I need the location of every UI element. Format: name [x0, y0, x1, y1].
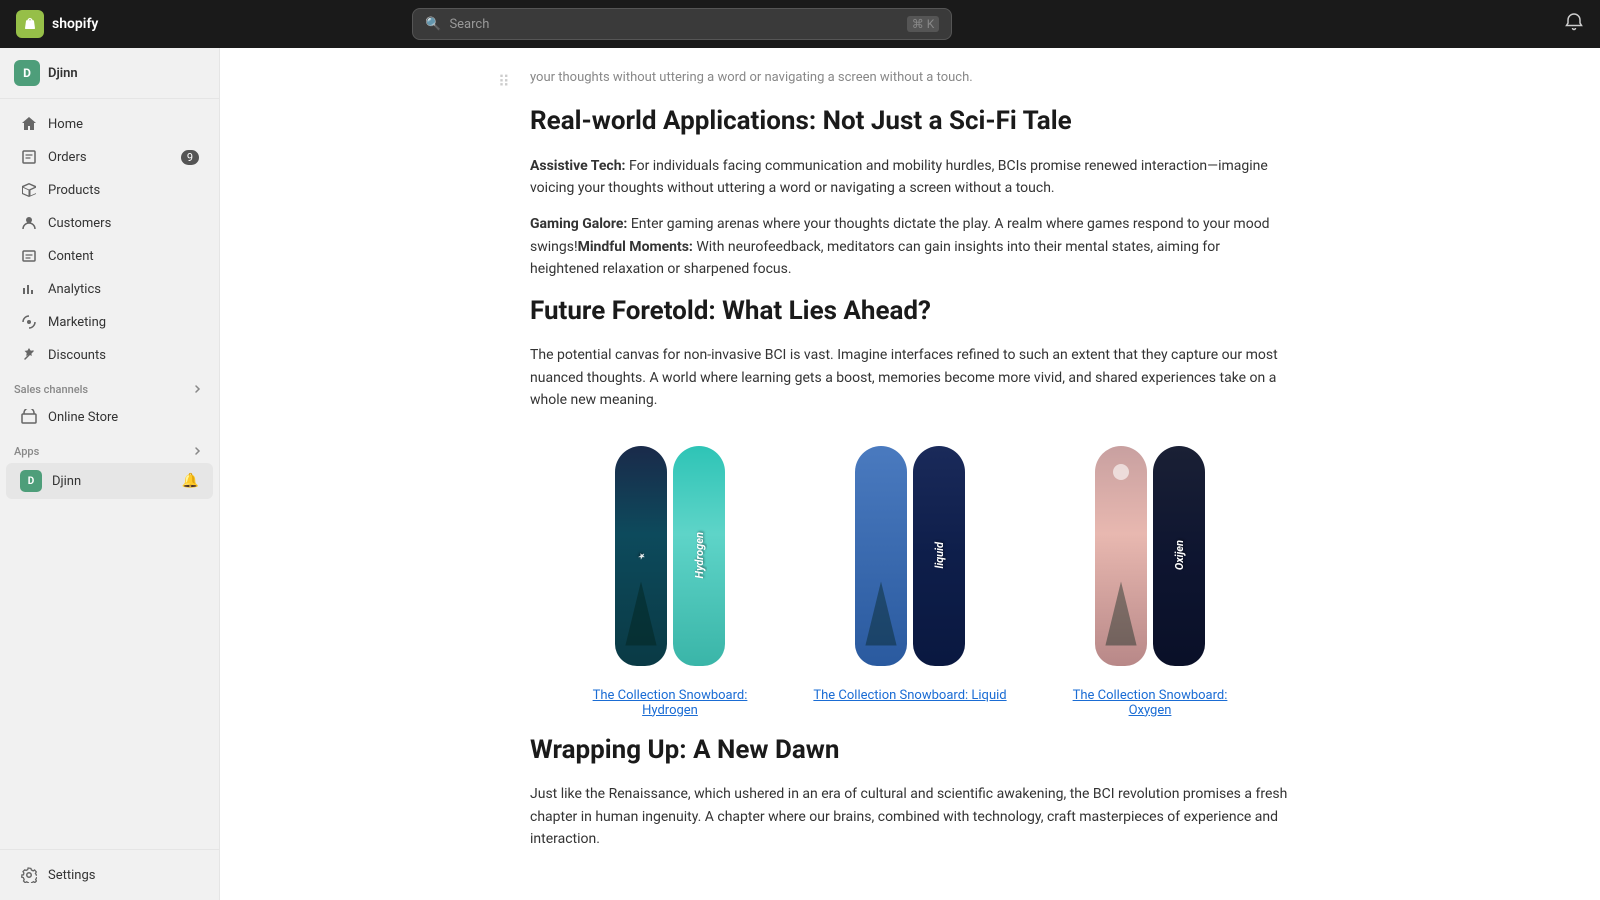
- sidebar-item-products[interactable]: Products: [6, 174, 213, 206]
- assistive-tech-text: For individuals facing communication and…: [530, 158, 1268, 196]
- product-hydrogen: ⭑ Hydrogen The Collection Snowboard: Hyd…: [570, 436, 770, 718]
- hydrogen-link[interactable]: The Collection Snowboard: Hydrogen: [570, 688, 770, 718]
- sales-channels-section: Sales channels: [0, 372, 219, 400]
- main-layout: D Djinn Home Orders: [0, 48, 1600, 900]
- assistive-tech-paragraph: Assistive Tech: For individuals facing c…: [530, 155, 1290, 200]
- sidebar-item-customers[interactable]: Customers: [6, 207, 213, 239]
- online-store-label: Online Store: [48, 410, 118, 425]
- djinn-app-icon: D: [20, 470, 42, 492]
- article-content: ⠿ your thoughts without uttering a word …: [490, 48, 1330, 900]
- mindful-title: Mindful Moments:: [578, 239, 693, 255]
- oxygen-board-1: [1095, 446, 1147, 666]
- online-store-icon: [20, 408, 38, 426]
- store-header[interactable]: D Djinn: [0, 48, 219, 99]
- search-icon: 🔍: [425, 17, 441, 32]
- djinn-bell-icon[interactable]: 🔔: [182, 473, 199, 489]
- content-label: Content: [48, 249, 94, 264]
- search-placeholder: Search: [449, 17, 898, 32]
- store-icon: D: [14, 60, 40, 86]
- liquid-board-2: liquid: [913, 446, 965, 666]
- topbar: shopify 🔍 Search ⌘ K: [0, 0, 1600, 48]
- gaming-title: Gaming Galore:: [530, 216, 627, 232]
- hydrogen-board-1: ⭑: [615, 446, 667, 666]
- home-icon: [20, 115, 38, 133]
- sidebar-item-home[interactable]: Home: [6, 108, 213, 140]
- apps-label: Apps: [14, 445, 39, 458]
- section1-heading: Real-world Applications: Not Just a Sci-…: [530, 105, 1290, 139]
- shopify-logo-icon: [16, 10, 44, 38]
- sidebar-item-content[interactable]: Content: [6, 240, 213, 272]
- wrapping-paragraph: Just like the Renaissance, which ushered…: [530, 783, 1290, 850]
- section2-heading: Future Foretold: What Lies Ahead?: [530, 295, 1290, 329]
- drag-handle[interactable]: ⠿: [498, 72, 510, 91]
- shopify-wordmark: shopify: [52, 16, 98, 32]
- liquid-image: liquid: [830, 436, 990, 676]
- sidebar-item-discounts[interactable]: Discounts: [6, 339, 213, 371]
- customers-label: Customers: [48, 216, 111, 231]
- future-paragraph: The potential canvas for non-invasive BC…: [530, 344, 1290, 411]
- apps-section: Apps: [0, 434, 219, 462]
- sidebar-item-analytics[interactable]: Analytics: [6, 273, 213, 305]
- sidebar: D Djinn Home Orders: [0, 48, 220, 900]
- oxygen-link[interactable]: The Collection Snowboard: Oxygen: [1050, 688, 1250, 718]
- marketing-label: Marketing: [48, 315, 106, 330]
- products-icon: [20, 181, 38, 199]
- analytics-icon: [20, 280, 38, 298]
- sidebar-item-djinn[interactable]: D Djinn 🔔: [6, 463, 213, 499]
- products-label: Products: [48, 183, 100, 198]
- djinn-app-label: Djinn: [52, 474, 81, 489]
- settings-icon: [20, 866, 38, 884]
- product-oxygen: Oxijen The Collection Snowboard: Oxygen: [1050, 436, 1250, 718]
- orders-label: Orders: [48, 150, 87, 165]
- hydrogen-image: ⭑ Hydrogen: [590, 436, 750, 676]
- content-area: ⠿ your thoughts without uttering a word …: [220, 48, 1600, 900]
- product-liquid: liquid The Collection Snowboard: Liquid: [810, 436, 1010, 718]
- search-box[interactable]: 🔍 Search ⌘ K: [412, 8, 952, 40]
- sidebar-nav: Home Orders 9 Products: [0, 99, 219, 849]
- shopify-logo[interactable]: shopify: [16, 10, 98, 38]
- discounts-icon: [20, 346, 38, 364]
- sidebar-bottom: Settings: [0, 849, 219, 900]
- search-shortcut: ⌘ K: [907, 16, 940, 32]
- products-row: ⭑ Hydrogen The Collection Snowboard: Hyd…: [530, 436, 1290, 718]
- orders-icon: [20, 148, 38, 166]
- sidebar-item-orders[interactable]: Orders 9: [6, 141, 213, 173]
- hydrogen-board-2: Hydrogen: [673, 446, 725, 666]
- liquid-board-1: [855, 446, 907, 666]
- oxygen-board-2: Oxijen: [1153, 446, 1205, 666]
- notification-bell[interactable]: [1564, 12, 1584, 37]
- sales-channels-label: Sales channels: [14, 383, 88, 396]
- article-top-paragraph: your thoughts without uttering a word or…: [530, 68, 1290, 89]
- oxygen-image: Oxijen: [1070, 436, 1230, 676]
- settings-label: Settings: [48, 868, 95, 883]
- sidebar-item-online-store[interactable]: Online Store: [6, 401, 213, 433]
- discounts-label: Discounts: [48, 348, 106, 363]
- analytics-label: Analytics: [48, 282, 101, 297]
- content-icon: [20, 247, 38, 265]
- section3-heading: Wrapping Up: A New Dawn: [530, 734, 1290, 768]
- search-container: 🔍 Search ⌘ K: [412, 8, 952, 40]
- assistive-tech-title: Assistive Tech:: [530, 158, 626, 174]
- liquid-link[interactable]: The Collection Snowboard: Liquid: [813, 688, 1006, 703]
- customers-icon: [20, 214, 38, 232]
- marketing-icon: [20, 313, 38, 331]
- orders-badge: 9: [181, 150, 199, 165]
- sidebar-item-settings[interactable]: Settings: [6, 859, 213, 891]
- store-name: Djinn: [48, 66, 78, 81]
- sidebar-item-marketing[interactable]: Marketing: [6, 306, 213, 338]
- gaming-paragraph: Gaming Galore: Enter gaming arenas where…: [530, 213, 1290, 280]
- home-label: Home: [48, 117, 83, 132]
